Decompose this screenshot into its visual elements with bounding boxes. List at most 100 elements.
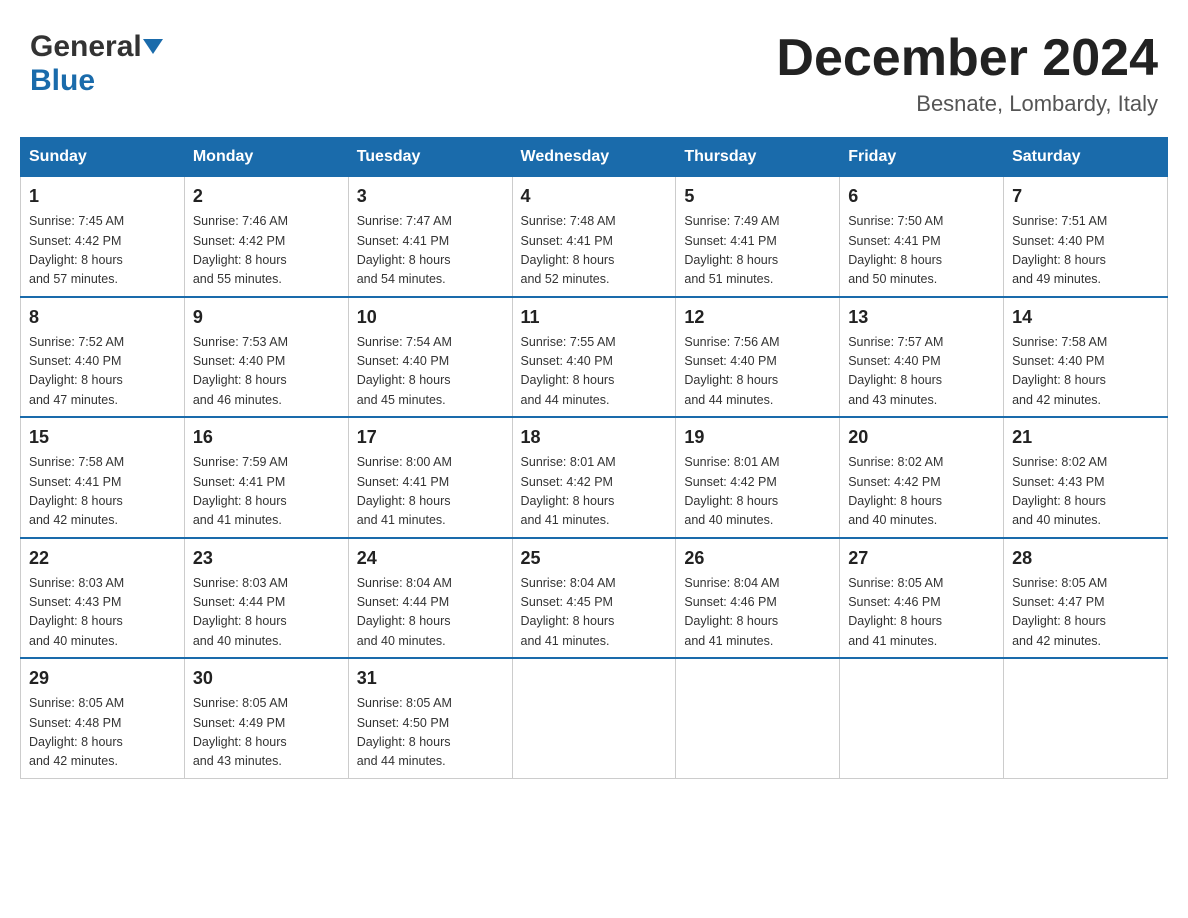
day-number: 22	[29, 545, 176, 572]
day-number: 28	[1012, 545, 1159, 572]
day-number: 19	[684, 424, 831, 451]
day-number: 10	[357, 304, 504, 331]
calendar-cell: 4Sunrise: 7:48 AMSunset: 4:41 PMDaylight…	[512, 177, 676, 297]
calendar-cell: 29Sunrise: 8:05 AMSunset: 4:48 PMDayligh…	[21, 658, 185, 778]
day-number: 9	[193, 304, 340, 331]
day-info: Sunrise: 8:04 AMSunset: 4:44 PMDaylight:…	[357, 574, 504, 652]
day-number: 31	[357, 665, 504, 692]
calendar-cell: 13Sunrise: 7:57 AMSunset: 4:40 PMDayligh…	[840, 297, 1004, 418]
day-number: 11	[521, 304, 668, 331]
calendar-cell: 24Sunrise: 8:04 AMSunset: 4:44 PMDayligh…	[348, 538, 512, 659]
day-number: 1	[29, 183, 176, 210]
weekday-header-sunday: Sunday	[21, 138, 185, 177]
calendar-cell: 16Sunrise: 7:59 AMSunset: 4:41 PMDayligh…	[184, 417, 348, 538]
month-title: December 2024	[776, 30, 1158, 87]
calendar-week-row: 8Sunrise: 7:52 AMSunset: 4:40 PMDaylight…	[21, 297, 1168, 418]
weekday-header-wednesday: Wednesday	[512, 138, 676, 177]
day-info: Sunrise: 7:57 AMSunset: 4:40 PMDaylight:…	[848, 333, 995, 411]
calendar-cell: 21Sunrise: 8:02 AMSunset: 4:43 PMDayligh…	[1004, 417, 1168, 538]
calendar-cell	[840, 658, 1004, 778]
day-info: Sunrise: 8:05 AMSunset: 4:47 PMDaylight:…	[1012, 574, 1159, 652]
calendar-cell: 15Sunrise: 7:58 AMSunset: 4:41 PMDayligh…	[21, 417, 185, 538]
day-number: 26	[684, 545, 831, 572]
day-info: Sunrise: 7:55 AMSunset: 4:40 PMDaylight:…	[521, 333, 668, 411]
calendar-cell	[1004, 658, 1168, 778]
calendar-week-row: 22Sunrise: 8:03 AMSunset: 4:43 PMDayligh…	[21, 538, 1168, 659]
day-info: Sunrise: 8:02 AMSunset: 4:43 PMDaylight:…	[1012, 453, 1159, 531]
calendar-cell: 3Sunrise: 7:47 AMSunset: 4:41 PMDaylight…	[348, 177, 512, 297]
calendar-table: SundayMondayTuesdayWednesdayThursdayFrid…	[20, 137, 1168, 779]
day-info: Sunrise: 8:04 AMSunset: 4:45 PMDaylight:…	[521, 574, 668, 652]
day-number: 16	[193, 424, 340, 451]
day-info: Sunrise: 8:00 AMSunset: 4:41 PMDaylight:…	[357, 453, 504, 531]
calendar-week-row: 15Sunrise: 7:58 AMSunset: 4:41 PMDayligh…	[21, 417, 1168, 538]
day-info: Sunrise: 8:05 AMSunset: 4:50 PMDaylight:…	[357, 694, 504, 772]
calendar-cell: 31Sunrise: 8:05 AMSunset: 4:50 PMDayligh…	[348, 658, 512, 778]
day-number: 15	[29, 424, 176, 451]
logo: General Blue	[30, 30, 163, 98]
day-info: Sunrise: 7:50 AMSunset: 4:41 PMDaylight:…	[848, 212, 995, 290]
calendar-cell: 12Sunrise: 7:56 AMSunset: 4:40 PMDayligh…	[676, 297, 840, 418]
day-number: 3	[357, 183, 504, 210]
day-info: Sunrise: 7:53 AMSunset: 4:40 PMDaylight:…	[193, 333, 340, 411]
calendar-cell: 25Sunrise: 8:04 AMSunset: 4:45 PMDayligh…	[512, 538, 676, 659]
day-info: Sunrise: 7:58 AMSunset: 4:41 PMDaylight:…	[29, 453, 176, 531]
calendar-cell: 20Sunrise: 8:02 AMSunset: 4:42 PMDayligh…	[840, 417, 1004, 538]
day-number: 23	[193, 545, 340, 572]
calendar-cell	[512, 658, 676, 778]
day-info: Sunrise: 7:46 AMSunset: 4:42 PMDaylight:…	[193, 212, 340, 290]
logo-general-text: General	[30, 30, 142, 64]
day-number: 4	[521, 183, 668, 210]
day-info: Sunrise: 7:58 AMSunset: 4:40 PMDaylight:…	[1012, 333, 1159, 411]
calendar-cell: 10Sunrise: 7:54 AMSunset: 4:40 PMDayligh…	[348, 297, 512, 418]
day-number: 24	[357, 545, 504, 572]
calendar-cell: 6Sunrise: 7:50 AMSunset: 4:41 PMDaylight…	[840, 177, 1004, 297]
weekday-header-monday: Monday	[184, 138, 348, 177]
calendar-cell: 9Sunrise: 7:53 AMSunset: 4:40 PMDaylight…	[184, 297, 348, 418]
logo-arrow-icon	[143, 39, 163, 54]
calendar-cell: 30Sunrise: 8:05 AMSunset: 4:49 PMDayligh…	[184, 658, 348, 778]
day-number: 13	[848, 304, 995, 331]
calendar-cell: 1Sunrise: 7:45 AMSunset: 4:42 PMDaylight…	[21, 177, 185, 297]
day-info: Sunrise: 8:05 AMSunset: 4:46 PMDaylight:…	[848, 574, 995, 652]
day-number: 17	[357, 424, 504, 451]
day-info: Sunrise: 7:47 AMSunset: 4:41 PMDaylight:…	[357, 212, 504, 290]
day-info: Sunrise: 7:52 AMSunset: 4:40 PMDaylight:…	[29, 333, 176, 411]
day-number: 29	[29, 665, 176, 692]
title-section: December 2024 Besnate, Lombardy, Italy	[776, 30, 1158, 117]
day-info: Sunrise: 8:01 AMSunset: 4:42 PMDaylight:…	[684, 453, 831, 531]
day-number: 30	[193, 665, 340, 692]
day-number: 12	[684, 304, 831, 331]
day-info: Sunrise: 8:01 AMSunset: 4:42 PMDaylight:…	[521, 453, 668, 531]
day-number: 18	[521, 424, 668, 451]
day-info: Sunrise: 8:02 AMSunset: 4:42 PMDaylight:…	[848, 453, 995, 531]
calendar-cell: 27Sunrise: 8:05 AMSunset: 4:46 PMDayligh…	[840, 538, 1004, 659]
day-info: Sunrise: 8:05 AMSunset: 4:48 PMDaylight:…	[29, 694, 176, 772]
calendar-cell: 22Sunrise: 8:03 AMSunset: 4:43 PMDayligh…	[21, 538, 185, 659]
day-info: Sunrise: 7:51 AMSunset: 4:40 PMDaylight:…	[1012, 212, 1159, 290]
calendar-cell: 28Sunrise: 8:05 AMSunset: 4:47 PMDayligh…	[1004, 538, 1168, 659]
day-number: 8	[29, 304, 176, 331]
day-info: Sunrise: 8:03 AMSunset: 4:44 PMDaylight:…	[193, 574, 340, 652]
day-number: 21	[1012, 424, 1159, 451]
logo-blue-text: Blue	[30, 64, 95, 98]
calendar-cell: 5Sunrise: 7:49 AMSunset: 4:41 PMDaylight…	[676, 177, 840, 297]
day-info: Sunrise: 7:59 AMSunset: 4:41 PMDaylight:…	[193, 453, 340, 531]
calendar-cell: 2Sunrise: 7:46 AMSunset: 4:42 PMDaylight…	[184, 177, 348, 297]
day-number: 20	[848, 424, 995, 451]
day-info: Sunrise: 8:03 AMSunset: 4:43 PMDaylight:…	[29, 574, 176, 652]
weekday-header-friday: Friday	[840, 138, 1004, 177]
weekday-header-row: SundayMondayTuesdayWednesdayThursdayFrid…	[21, 138, 1168, 177]
calendar-week-row: 1Sunrise: 7:45 AMSunset: 4:42 PMDaylight…	[21, 177, 1168, 297]
day-number: 6	[848, 183, 995, 210]
day-info: Sunrise: 8:05 AMSunset: 4:49 PMDaylight:…	[193, 694, 340, 772]
calendar-cell: 14Sunrise: 7:58 AMSunset: 4:40 PMDayligh…	[1004, 297, 1168, 418]
day-info: Sunrise: 7:56 AMSunset: 4:40 PMDaylight:…	[684, 333, 831, 411]
calendar-cell: 23Sunrise: 8:03 AMSunset: 4:44 PMDayligh…	[184, 538, 348, 659]
day-info: Sunrise: 8:04 AMSunset: 4:46 PMDaylight:…	[684, 574, 831, 652]
calendar-week-row: 29Sunrise: 8:05 AMSunset: 4:48 PMDayligh…	[21, 658, 1168, 778]
day-info: Sunrise: 7:45 AMSunset: 4:42 PMDaylight:…	[29, 212, 176, 290]
calendar-cell: 17Sunrise: 8:00 AMSunset: 4:41 PMDayligh…	[348, 417, 512, 538]
day-number: 7	[1012, 183, 1159, 210]
day-info: Sunrise: 7:49 AMSunset: 4:41 PMDaylight:…	[684, 212, 831, 290]
